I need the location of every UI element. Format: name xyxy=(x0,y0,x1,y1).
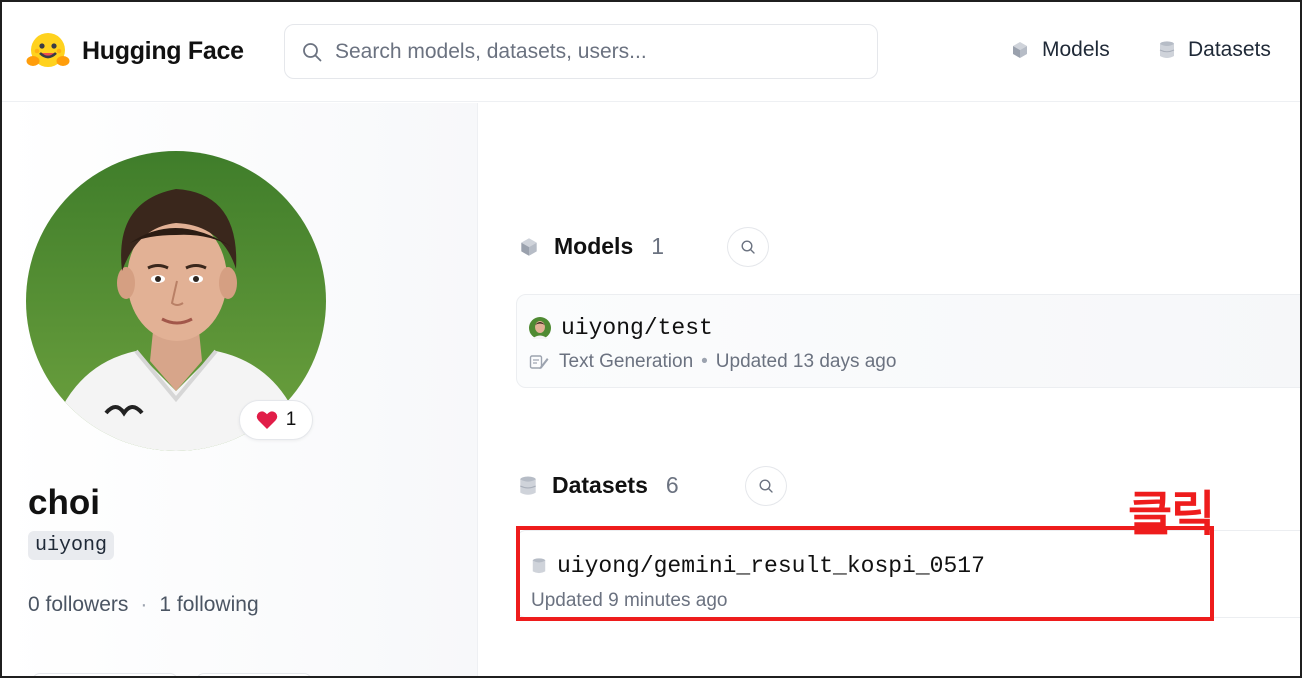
models-search-button[interactable] xyxy=(727,227,769,267)
model-card-meta: Text Generation • Updated 13 days ago xyxy=(529,351,896,373)
database-icon xyxy=(1159,41,1175,58)
model-name[interactable]: uiyong/test xyxy=(561,315,713,341)
search-icon xyxy=(759,479,773,493)
click-annotation-label: 클릭 xyxy=(1128,486,1215,542)
datasets-section-header: Datasets 6 xyxy=(518,472,679,499)
profile-username: uiyong xyxy=(28,531,115,560)
profile-sidebar: 1 choi uiyong 0 followers · 1 following xyxy=(2,103,478,676)
datasets-section-title: Datasets xyxy=(552,472,648,498)
nav-models-link[interactable]: Models xyxy=(1010,38,1110,62)
search-icon xyxy=(741,240,755,254)
like-count: 1 xyxy=(285,409,297,430)
nav-models-label: Models xyxy=(1042,38,1110,61)
database-icon xyxy=(520,476,536,495)
hugging-face-logo-icon xyxy=(26,33,70,67)
text-generation-icon xyxy=(529,355,549,369)
models-section-title: Models xyxy=(554,233,634,259)
nav-datasets-link[interactable]: Datasets xyxy=(1158,38,1271,62)
model-card[interactable]: uiyong/test Text Generation • Updated 13… xyxy=(516,294,1300,388)
search-input[interactable] xyxy=(335,39,855,64)
like-button[interactable]: 1 xyxy=(239,400,313,440)
page-frame: Hugging Face Models Datasets xyxy=(0,0,1302,678)
click-highlight-box xyxy=(516,526,1214,621)
follow-stats: 0 followers · 1 following xyxy=(28,593,259,617)
models-section-header: Models 1 xyxy=(518,233,664,260)
heart-icon xyxy=(256,411,277,429)
global-search-box[interactable] xyxy=(284,24,878,79)
top-navbar: Hugging Face Models Datasets xyxy=(2,2,1300,102)
nav-datasets-label: Datasets xyxy=(1188,38,1271,61)
model-updated: Updated 13 days ago xyxy=(715,351,897,372)
following-link[interactable]: 1 following xyxy=(159,593,258,617)
search-icon xyxy=(303,42,322,61)
brand-logo-link[interactable]: Hugging Face xyxy=(26,30,244,72)
datasets-search-button[interactable] xyxy=(745,466,787,506)
profile-action-button-partial[interactable] xyxy=(196,673,312,676)
model-card-title-row: uiyong/test xyxy=(529,315,713,341)
separator-dot: · xyxy=(140,593,148,616)
model-task: Text Generation xyxy=(559,351,694,372)
models-section-count: 1 xyxy=(651,233,665,259)
cube-icon xyxy=(1013,42,1027,58)
followers-link[interactable]: 0 followers xyxy=(28,593,128,617)
avatar-thumbnail-icon xyxy=(529,317,551,339)
cube-icon xyxy=(521,237,537,256)
profile-display-name: choi xyxy=(28,483,100,522)
datasets-section-count: 6 xyxy=(665,472,679,498)
separator-dot: • xyxy=(701,351,708,372)
brand-name: Hugging Face xyxy=(82,36,244,65)
profile-action-button-partial[interactable] xyxy=(32,673,178,676)
